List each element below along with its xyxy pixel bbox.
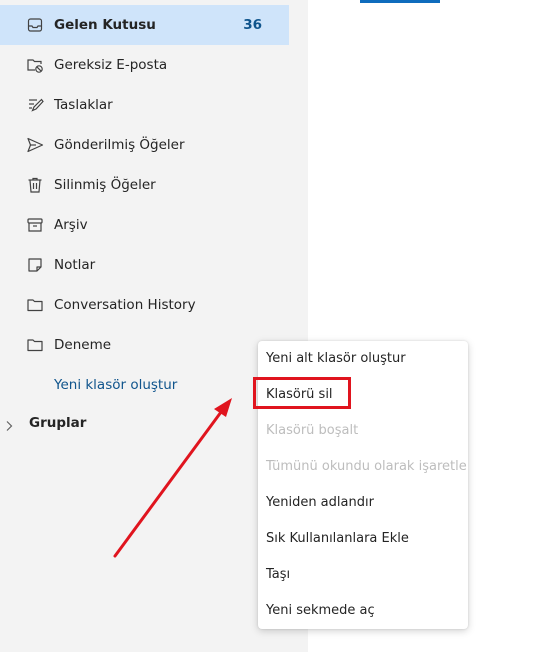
folder-label: Silinmiş Öğeler [54,177,156,193]
menu-item-label: Yeniden adlandır [266,495,374,510]
folder-inbox[interactable]: Gelen Kutusu 36 [0,5,289,45]
menu-item-open-in-new-tab[interactable]: Yeni sekmede aç [258,593,468,629]
folder-label: Conversation History [54,297,196,313]
folder-icon [26,336,44,354]
trash-icon [26,176,44,194]
menu-item-label: Taşı [266,567,291,582]
menu-item-label: Yeni alt klasör oluştur [266,351,406,366]
menu-item-label: Tümünü okundu olarak işaretle [266,459,467,474]
folder-label: Notlar [54,257,96,273]
new-folder-link[interactable]: Yeni klasör oluştur [54,365,177,405]
menu-item-new-subfolder[interactable]: Yeni alt klasör oluştur [258,341,468,377]
tab-indicator [360,0,440,3]
menu-item-rename[interactable]: Yeniden adlandır [258,485,468,521]
folder-icon [26,296,44,314]
folder-label: Gönderilmiş Öğeler [54,137,185,153]
folder-archive[interactable]: Arşiv [0,205,289,245]
folder-label: Taslaklar [54,97,113,113]
groups-section-header[interactable]: Gruplar [0,403,289,443]
folder-sent[interactable]: Gönderilmiş Öğeler [0,125,289,165]
note-icon [26,256,44,274]
folder-label: Gelen Kutusu [54,17,156,33]
folder-label: Gereksiz E-posta [54,57,168,73]
chevron-right-icon[interactable] [4,417,14,431]
junk-folder-icon [26,56,44,74]
folder-deneme[interactable]: Deneme [0,325,289,365]
archive-icon [26,216,44,234]
menu-item-mark-all-read: Tümünü okundu olarak işaretle [258,449,468,485]
menu-item-label: Sık Kullanılanlara Ekle [266,531,409,546]
menu-item-move[interactable]: Taşı [258,557,468,593]
unread-count-badge: 36 [243,17,262,33]
folder-notes[interactable]: Notlar [0,245,289,285]
menu-item-label: Klasörü boşalt [266,423,359,438]
folder-label: Arşiv [54,217,88,233]
drafts-pencil-icon [26,96,44,114]
annotation-highlight-box [253,377,351,409]
menu-item-label: Yeni sekmede aç [266,603,375,618]
folder-junk[interactable]: Gereksiz E-posta [0,45,289,85]
send-icon [26,136,44,154]
menu-item-empty-folder: Klasörü boşalt [258,413,468,449]
groups-label: Gruplar [29,415,87,431]
folder-conversation-history[interactable]: Conversation History [0,285,289,325]
folder-deleted[interactable]: Silinmiş Öğeler [0,165,289,205]
menu-item-add-to-favorites[interactable]: Sık Kullanılanlara Ekle [258,521,468,557]
folder-label: Deneme [54,337,112,353]
inbox-icon [26,16,44,34]
folder-drafts[interactable]: Taslaklar [0,85,289,125]
